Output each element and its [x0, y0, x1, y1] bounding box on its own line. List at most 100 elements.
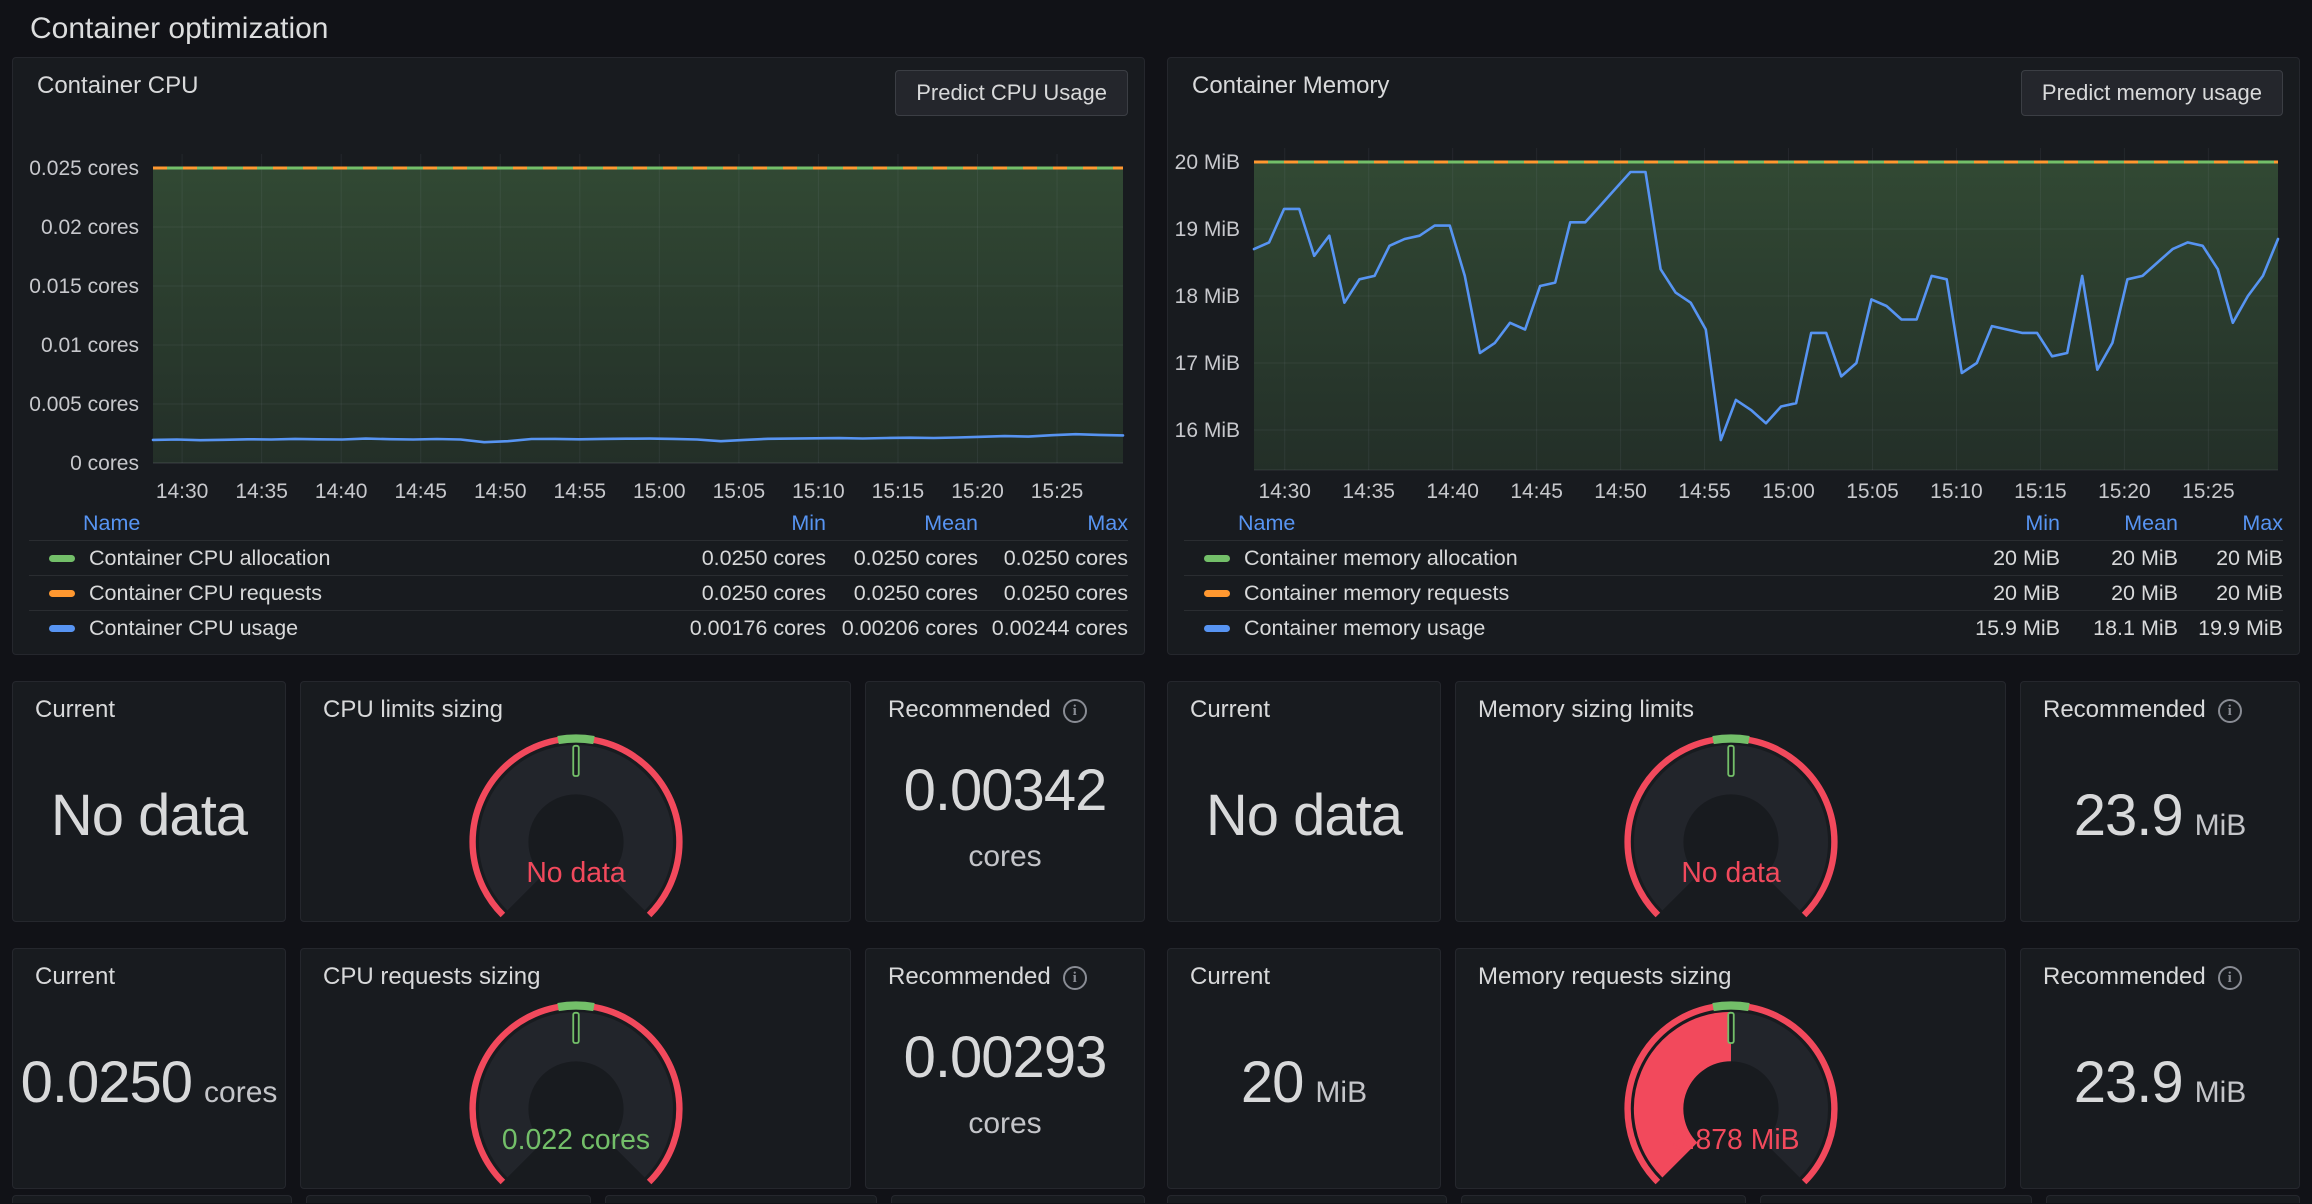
- predict-memory-usage-button[interactable]: Predict memory usage: [2021, 70, 2283, 116]
- legend-series-toggle[interactable]: Container memory usage: [1184, 616, 1915, 641]
- legend-header-max[interactable]: Max: [2178, 511, 2283, 536]
- legend-row: Container memory usage15.9 MiB18.1 MiB19…: [1184, 610, 2283, 645]
- svg-text:14:55: 14:55: [554, 480, 607, 503]
- legend-header: NameMinMeanMax: [1184, 506, 2283, 540]
- series-name: Container memory usage: [1244, 616, 1485, 641]
- stat-value: 0.00293cores: [904, 1024, 1107, 1141]
- series-max: 20 MiB: [2178, 581, 2283, 606]
- next-panel-top-edge: [1167, 1195, 1447, 1203]
- mem-limits-current-title: Current: [1168, 682, 1440, 724]
- panel-title-text: CPU limits sizing: [323, 696, 503, 724]
- series-min: 15.9 MiB: [1915, 616, 2060, 641]
- series-name: Container CPU requests: [89, 581, 322, 606]
- stat-unit: MiB: [2195, 1076, 2247, 1110]
- legend-row: Container memory allocation20 MiB20 MiB2…: [1184, 540, 2283, 575]
- svg-text:15:10: 15:10: [1930, 480, 1983, 503]
- cpu-requests-current-value: 0.0250cores: [13, 991, 285, 1188]
- svg-text:14:55: 14:55: [1678, 480, 1731, 503]
- svg-text:14:50: 14:50: [1594, 480, 1647, 503]
- stat-value: 23.9MiB: [2074, 782, 2247, 849]
- series-mean: 0.00206 cores: [826, 616, 978, 641]
- series-mean: 18.1 MiB: [2060, 616, 2178, 641]
- panel-title-text: Current: [1190, 696, 1270, 724]
- series-name: Container CPU usage: [89, 616, 298, 641]
- stat-value: 0.0250cores: [21, 1049, 278, 1116]
- cpu-requests-current-title: Current: [13, 949, 285, 991]
- svg-text:0.01 cores: 0.01 cores: [41, 334, 139, 357]
- mem-limits-gauge: No data: [1456, 724, 2005, 942]
- cpu-limits-recommended-value: 0.00342cores: [866, 724, 1144, 921]
- svg-text:15:20: 15:20: [951, 480, 1004, 503]
- series-color-swatch: [49, 555, 75, 562]
- info-icon[interactable]: i: [2218, 699, 2242, 723]
- svg-text:15:15: 15:15: [2014, 480, 2067, 503]
- legend-row: Container CPU usage0.00176 cores0.00206 …: [29, 610, 1128, 645]
- panel-title-text: Current: [35, 696, 115, 724]
- legend-series-toggle[interactable]: Container memory requests: [1184, 581, 1915, 606]
- info-icon[interactable]: i: [2218, 966, 2242, 990]
- memory-chart-canvas[interactable]: 20 MiB19 MiB18 MiB17 MiB16 MiB14:3014:35…: [1168, 58, 2299, 508]
- svg-text:No data: No data: [526, 857, 626, 889]
- mem-requests-current-panel: Current20MiB: [1167, 948, 1441, 1189]
- svg-text:15:15: 15:15: [872, 480, 925, 503]
- cpu-requests-gauge: 0.022 cores: [301, 991, 850, 1204]
- legend-header-min[interactable]: Min: [1915, 511, 2060, 536]
- svg-text:16 MiB: 16 MiB: [1175, 419, 1240, 442]
- legend-series-toggle[interactable]: Container CPU allocation: [29, 546, 651, 571]
- svg-text:14:45: 14:45: [394, 480, 447, 503]
- panel-title-text: Current: [35, 963, 115, 991]
- panel-title-text: Memory requests sizing: [1478, 963, 1731, 991]
- series-name: Container memory requests: [1244, 581, 1509, 606]
- stat-unit: cores: [904, 1107, 1107, 1141]
- svg-text:14:40: 14:40: [1426, 480, 1479, 503]
- info-icon[interactable]: i: [1063, 966, 1087, 990]
- legend-header-mean[interactable]: Mean: [826, 511, 978, 536]
- legend-header-mean[interactable]: Mean: [2060, 511, 2178, 536]
- svg-text:14:40: 14:40: [315, 480, 368, 503]
- series-mean: 20 MiB: [2060, 546, 2178, 571]
- page-title: Container optimization: [12, 8, 2300, 57]
- info-icon[interactable]: i: [1063, 699, 1087, 723]
- predict-cpu-usage-button[interactable]: Predict CPU Usage: [895, 70, 1128, 116]
- legend-series-toggle[interactable]: Container CPU requests: [29, 581, 651, 606]
- series-color-swatch: [1204, 555, 1230, 562]
- svg-text:20 MiB: 20 MiB: [1175, 151, 1240, 174]
- mem-limits-recommended-value: 23.9MiB: [2021, 724, 2299, 921]
- legend-header-min[interactable]: Min: [651, 511, 826, 536]
- mem-requests-gauge-panel: Memory requests sizing -3.878 MiB: [1455, 948, 2006, 1189]
- svg-text:0.02 cores: 0.02 cores: [41, 216, 139, 239]
- series-name: Container CPU allocation: [89, 546, 330, 571]
- mem-requests-recommended-title: Recommended i: [2021, 949, 2299, 991]
- svg-text:14:30: 14:30: [156, 480, 209, 503]
- mem-requests-gauge-canvas: -3.878 MiB: [1580, 991, 1882, 1203]
- legend-series-toggle[interactable]: Container memory allocation: [1184, 546, 1915, 571]
- svg-text:15:25: 15:25: [2182, 480, 2235, 503]
- dashboard: Container optimization Container CPU Pre…: [0, 0, 2312, 1203]
- legend-header-name[interactable]: Name: [29, 511, 651, 536]
- mem-requests-recommended-panel: Recommended i 23.9 MiB: [2020, 948, 2300, 1189]
- stat-unit: MiB: [1315, 1076, 1367, 1110]
- mem-limits-current-panel: CurrentNo data: [1167, 681, 1441, 922]
- legend-series-toggle[interactable]: Container CPU usage: [29, 616, 651, 641]
- panel-title-text: Recommended: [2043, 963, 2206, 991]
- panel-title-text: Memory sizing limits: [1478, 696, 1694, 724]
- cpu-limits-recommended-title: Recommendedi: [866, 682, 1144, 724]
- cpu-requests-recommended-value: 0.00293cores: [866, 991, 1144, 1188]
- svg-text:14:35: 14:35: [1342, 480, 1395, 503]
- series-min: 0.0250 cores: [651, 546, 826, 571]
- container-memory-panel-title: Container Memory: [1192, 72, 1389, 100]
- container-cpu-panel: Container CPU Predict CPU Usage 0.025 co…: [12, 57, 1145, 655]
- legend-row: Container CPU allocation0.0250 cores0.02…: [29, 540, 1128, 575]
- cpu-requests-gauge-canvas: 0.022 cores: [425, 991, 727, 1203]
- svg-text:14:45: 14:45: [1510, 480, 1563, 503]
- svg-text:-3.878 MiB: -3.878 MiB: [1662, 1124, 1799, 1156]
- legend-header-max[interactable]: Max: [978, 511, 1128, 536]
- stat-number: 23.9: [2074, 1049, 2183, 1116]
- legend-header-name[interactable]: Name: [1184, 511, 1915, 536]
- cpu-chart-canvas[interactable]: 0.025 cores0.02 cores0.015 cores0.01 cor…: [13, 58, 1144, 508]
- mem-limits-gauge-canvas: No data: [1580, 724, 1882, 936]
- mem-limits-recommended-title: Recommendedi: [2021, 682, 2299, 724]
- svg-text:0.022 cores: 0.022 cores: [501, 1124, 649, 1156]
- svg-text:15:20: 15:20: [2098, 480, 2151, 503]
- svg-text:0.025 cores: 0.025 cores: [29, 157, 139, 180]
